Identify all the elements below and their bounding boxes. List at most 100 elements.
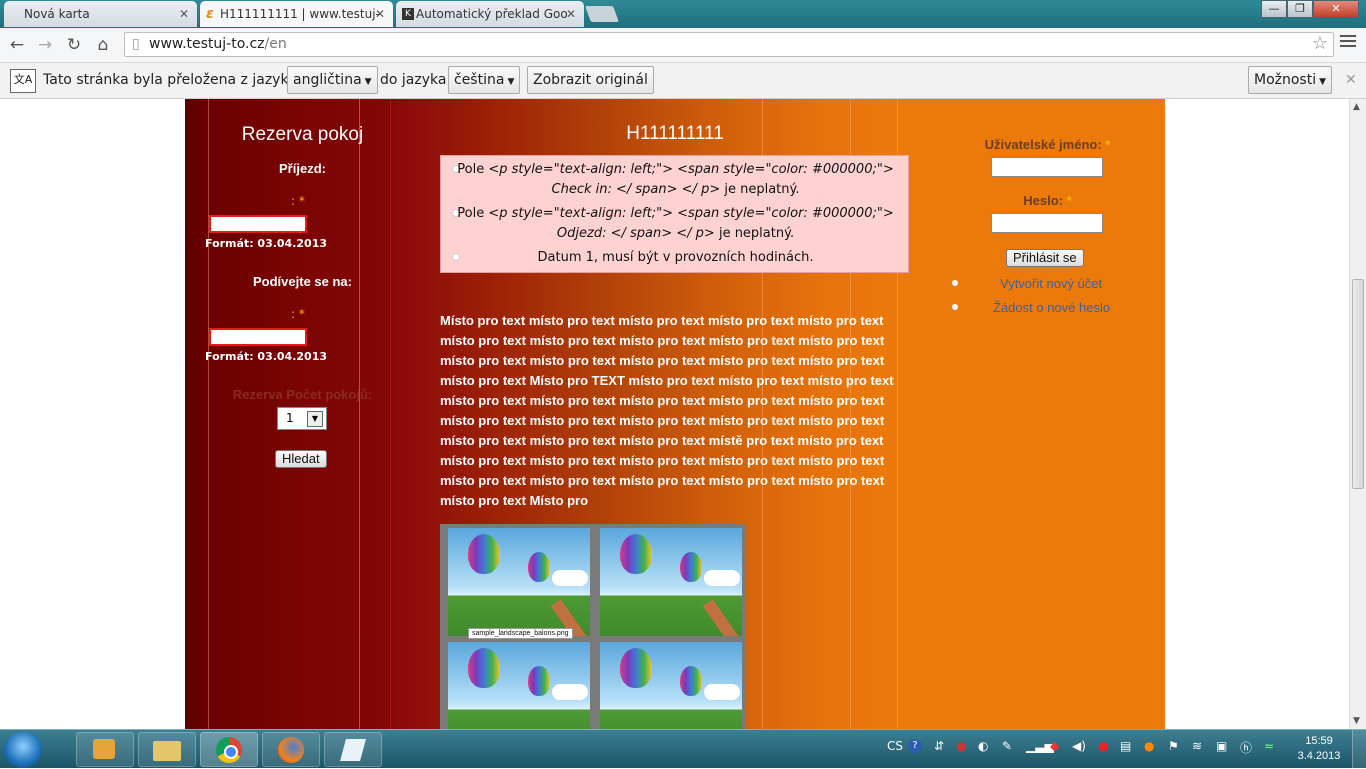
scroll-down-icon[interactable]: ▼ (1353, 716, 1360, 726)
tab-title: Nová karta (24, 7, 90, 21)
login-button[interactable]: Přihlásit se (1006, 249, 1084, 267)
language-indicator[interactable]: CS (887, 739, 903, 753)
show-original-button[interactable]: Zobrazit originál (527, 66, 654, 94)
tray-icon[interactable]: ◐ (978, 739, 988, 753)
tab-close-icon[interactable]: ✕ (566, 1, 576, 27)
tray-icon[interactable]: ▤ (1120, 739, 1131, 753)
start-button[interactable] (4, 732, 42, 768)
from-language-select[interactable]: angličtina ▼ (287, 66, 378, 94)
bookmark-star-icon[interactable]: ☆ (1312, 33, 1328, 54)
site-favicon-icon: ε (206, 6, 214, 22)
required-mark: * (1105, 137, 1111, 152)
body-line: místo pro text místo pro text místo pro … (440, 333, 885, 348)
body-line: místo pro text místo pro text místo pro … (440, 473, 885, 488)
blank-page-icon (10, 8, 22, 20)
tab-new[interactable]: Nová karta ✕ (4, 1, 197, 27)
tray-icon[interactable]: ● (956, 739, 966, 753)
close-translate-icon[interactable]: ✕ (1345, 72, 1357, 88)
new-tab-button[interactable] (585, 6, 619, 22)
wifi-icon[interactable]: ≈ (1264, 739, 1274, 753)
tab-title: Automatický překlad Goo (416, 7, 568, 21)
tray-icon[interactable]: ≋ (1192, 739, 1202, 753)
balloon (620, 648, 652, 688)
windows-taskbar: CS ? ⇵ ● ◐ ✎ ▁▃▅ ◆ ◀) ● ▤ ● ⚑ ≋ ▣ ⓗ ≈ 15… (0, 729, 1366, 769)
browser-toolbar: ← → ↻ ⌂ ▯ www.testuj-to.cz/en ☆ (0, 28, 1366, 63)
image-caption-tooltip: sample_landscape_balons.png (468, 628, 573, 639)
notepad-icon[interactable] (324, 732, 382, 767)
tray-icon[interactable]: ● (1144, 739, 1154, 753)
scroll-up-icon[interactable]: ▲ (1353, 102, 1360, 112)
arrival-label: Příjezd: (279, 161, 326, 176)
menu-icon[interactable] (1340, 35, 1356, 50)
create-account-link[interactable]: Vytvořit nový účet (1000, 276, 1102, 291)
new-password-link[interactable]: Žádost o nové heslo (993, 300, 1110, 315)
home-icon[interactable]: ⌂ (92, 34, 114, 56)
tab-testuj[interactable]: ε H111111111 | www.testuj- ✕ (200, 1, 393, 27)
tray-icon[interactable]: ✎ (1002, 739, 1012, 753)
to-language-select[interactable]: čeština ▼ (448, 66, 521, 94)
page-icon: ▯ (132, 36, 140, 52)
to-language-label: do jazyka (380, 72, 447, 88)
explorer-icon[interactable] (138, 732, 196, 767)
departure-date-input[interactable] (209, 328, 307, 346)
search-button[interactable]: Hledat (275, 450, 327, 468)
tray-icon[interactable]: ● (1098, 739, 1108, 753)
hp-icon[interactable]: ⓗ (1240, 739, 1252, 756)
page-scrollbar[interactable]: ▲ ▼ (1349, 99, 1366, 729)
tab-translate[interactable]: K Automatický překlad Goo ✕ (396, 1, 584, 27)
address-bar[interactable]: ▯ www.testuj-to.cz/en (124, 32, 1334, 57)
balloon (528, 552, 550, 582)
arrival-date-input[interactable] (209, 215, 307, 233)
options-button[interactable]: Možnosti ▼ (1248, 66, 1333, 94)
tab-close-icon[interactable]: ✕ (179, 1, 189, 27)
translate-bar: 文A Tato stránka byla přeložena z jazyka … (0, 63, 1366, 99)
departure-required-mark: : * (291, 307, 305, 321)
rooms-count-label: Rezerva Počet pokojů: (232, 387, 373, 402)
chevron-down-icon: ▼ (507, 77, 515, 87)
pdf-icon[interactable]: ◆ (1050, 739, 1059, 753)
tab-close-icon[interactable]: ✕ (375, 1, 385, 27)
scroll-thumb[interactable] (1352, 279, 1364, 489)
departure-label: Podívejte se na: (253, 274, 352, 289)
tray-icon[interactable]: ⇵ (934, 739, 944, 753)
show-desktop-button[interactable] (1352, 730, 1366, 769)
media-player-icon[interactable] (76, 732, 134, 767)
page-viewport: Rezerva pokoj Příjezd: : * Formát: 03.04… (0, 99, 1349, 729)
divider (359, 99, 360, 729)
arrival-format-hint: Formát: 03.04.2013 (205, 237, 328, 250)
minimize-button[interactable]: — (1261, 0, 1287, 18)
volume-icon[interactable]: ◀) (1072, 739, 1086, 753)
flag-icon[interactable]: ⚑ (1168, 739, 1179, 753)
gallery-image[interactable] (600, 528, 742, 636)
divider (208, 99, 209, 729)
chrome-icon[interactable] (200, 732, 258, 767)
balloon (620, 534, 652, 574)
help-icon[interactable]: ? (908, 739, 922, 753)
close-window-button[interactable]: ✕ (1313, 0, 1359, 18)
reload-icon[interactable]: ↻ (63, 34, 85, 56)
password-input[interactable] (991, 213, 1103, 233)
chevron-down-icon: ▼ (307, 411, 323, 427)
username-input[interactable] (991, 157, 1103, 177)
image-gallery: sample_landscape_balons.png (440, 524, 746, 729)
address-host: www.testuj-to.cz (149, 36, 265, 52)
forward-arrow-icon[interactable]: → (34, 34, 56, 56)
tray-icon[interactable]: ▣ (1216, 739, 1227, 753)
rooms-count-select[interactable]: 1 ▼ (277, 407, 327, 430)
gallery-image[interactable] (448, 528, 590, 636)
cloud (704, 684, 740, 700)
road (702, 599, 742, 636)
firefox-icon[interactable] (262, 732, 320, 767)
reservation-title: Rezerva pokoj (241, 124, 364, 145)
k-favicon-icon: K (402, 8, 414, 20)
clock[interactable]: 15:59 3.4.2013 (1294, 734, 1344, 764)
bullet-icon (952, 280, 958, 286)
gallery-image[interactable] (448, 642, 590, 729)
bullet-icon (952, 304, 958, 310)
back-arrow-icon[interactable]: ← (6, 34, 28, 56)
maximize-button[interactable]: ❐ (1287, 0, 1313, 18)
body-line: místo pro text místo pro text místo pro … (440, 353, 885, 368)
tab-title: H111111111 | www.testuj- (220, 7, 380, 21)
gallery-image[interactable] (600, 642, 742, 729)
body-line: místo pro text Místo pro TEXT místo pro … (440, 373, 894, 388)
